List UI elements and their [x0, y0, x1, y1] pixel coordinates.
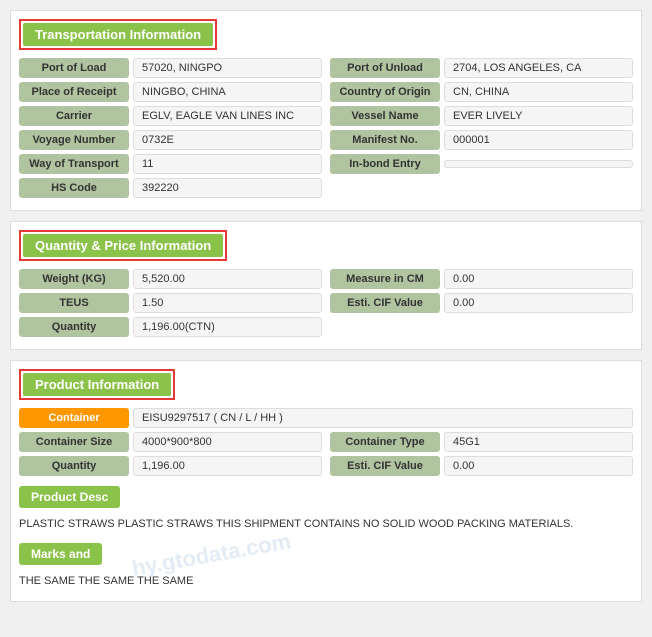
- container-type-pair: Container Type 45G1: [330, 432, 633, 452]
- measure-label: Measure in CM: [330, 269, 440, 289]
- country-of-origin-value: CN, CHINA: [444, 82, 633, 102]
- product-desc-header: Product Desc: [19, 486, 120, 508]
- marks-text: THE SAME THE SAME THE SAME: [19, 573, 633, 590]
- product-desc-text: PLASTIC STRAWS PLASTIC STRAWS THIS SHIPM…: [19, 516, 633, 533]
- teus-value: 1.50: [133, 293, 322, 313]
- marks-header-wrapper: Marks and: [11, 539, 641, 569]
- voyage-number-pair: Voyage Number 0732E: [19, 130, 322, 150]
- product-section: Product Information Container EISU929751…: [10, 360, 642, 602]
- way-of-transport-value: 11: [133, 154, 322, 174]
- measure-value: 0.00: [444, 269, 633, 289]
- product-quantity-pair: Quantity 1,196.00: [19, 456, 322, 476]
- vessel-name-label: Vessel Name: [330, 106, 440, 126]
- quantity-value: 1,196.00(CTN): [133, 317, 322, 337]
- transport-row-5: Way of Transport 11 In-bond Entry: [19, 154, 633, 174]
- way-of-transport-pair: Way of Transport 11: [19, 154, 322, 174]
- hs-code-value: 392220: [133, 178, 322, 198]
- container-label: Container: [19, 408, 129, 428]
- place-of-receipt-pair: Place of Receipt NINGBO, CHINA: [19, 82, 322, 102]
- product-row-2: Quantity 1,196.00 Esti. CIF Value 0.00: [19, 456, 633, 476]
- transport-row-4: Voyage Number 0732E Manifest No. 000001: [19, 130, 633, 150]
- port-of-load-label: Port of Load: [19, 58, 129, 78]
- esti-cif-label: Esti. CIF Value: [330, 293, 440, 313]
- country-of-origin-pair: Country of Origin CN, CHINA: [330, 82, 633, 102]
- place-of-receipt-value: NINGBO, CHINA: [133, 82, 322, 102]
- in-bond-entry-pair: In-bond Entry: [330, 154, 633, 174]
- manifest-no-value: 000001: [444, 130, 633, 150]
- product-esti-cif-pair: Esti. CIF Value 0.00: [330, 456, 633, 476]
- product-quantity-value: 1,196.00: [133, 456, 322, 476]
- marks-header: Marks and: [19, 543, 102, 565]
- voyage-number-label: Voyage Number: [19, 130, 129, 150]
- port-of-unload-value: 2704, LOS ANGELES, CA: [444, 58, 633, 78]
- product-header: Product Information: [23, 373, 171, 396]
- vessel-name-value: EVER LIVELY: [444, 106, 633, 126]
- product-esti-cif-value: 0.00: [444, 456, 633, 476]
- port-of-unload-pair: Port of Unload 2704, LOS ANGELES, CA: [330, 58, 633, 78]
- transportation-header-outline: Transportation Information: [19, 19, 217, 50]
- place-of-receipt-label: Place of Receipt: [19, 82, 129, 102]
- transport-row-1: Port of Load 57020, NINGPO Port of Unloa…: [19, 58, 633, 78]
- transport-row-3: Carrier EGLV, EAGLE VAN LINES INC Vessel…: [19, 106, 633, 126]
- port-of-unload-label: Port of Unload: [330, 58, 440, 78]
- esti-cif-value: 0.00: [444, 293, 633, 313]
- container-pair: Container EISU9297517 ( CN / L / HH ): [19, 408, 633, 428]
- container-type-label: Container Type: [330, 432, 440, 452]
- in-bond-entry-label: In-bond Entry: [330, 154, 440, 174]
- manifest-no-label: Manifest No.: [330, 130, 440, 150]
- way-of-transport-label: Way of Transport: [19, 154, 129, 174]
- product-quantity-label: Quantity: [19, 456, 129, 476]
- teus-label: TEUS: [19, 293, 129, 313]
- quantity-header-outline: Quantity & Price Information: [19, 230, 227, 261]
- weight-pair: Weight (KG) 5,520.00: [19, 269, 322, 289]
- quantity-label: Quantity: [19, 317, 129, 337]
- esti-cif-pair: Esti. CIF Value 0.00: [330, 293, 633, 313]
- quantity-row-1: Weight (KG) 5,520.00 Measure in CM 0.00: [19, 269, 633, 289]
- transport-row-6: HS Code 392220: [19, 178, 633, 198]
- transportation-header: Transportation Information: [23, 23, 213, 46]
- quantity-header: Quantity & Price Information: [23, 234, 223, 257]
- container-size-label: Container Size: [19, 432, 129, 452]
- product-desc-header-wrapper: Product Desc: [11, 482, 641, 512]
- carrier-label: Carrier: [19, 106, 129, 126]
- manifest-no-pair: Manifest No. 000001: [330, 130, 633, 150]
- port-of-load-pair: Port of Load 57020, NINGPO: [19, 58, 322, 78]
- hs-code-pair: HS Code 392220: [19, 178, 322, 198]
- container-type-value: 45G1: [444, 432, 633, 452]
- country-of-origin-label: Country of Origin: [330, 82, 440, 102]
- carrier-pair: Carrier EGLV, EAGLE VAN LINES INC: [19, 106, 322, 126]
- port-of-load-value: 57020, NINGPO: [133, 58, 322, 78]
- measure-pair: Measure in CM 0.00: [330, 269, 633, 289]
- container-row: Container EISU9297517 ( CN / L / HH ): [19, 408, 633, 428]
- product-row-1: Container Size 4000*900*800 Container Ty…: [19, 432, 633, 452]
- quantity-pair: Quantity 1,196.00(CTN): [19, 317, 322, 337]
- quantity-section: Quantity & Price Information hy.gtodata.…: [10, 221, 642, 350]
- teus-pair: TEUS 1.50: [19, 293, 322, 313]
- voyage-number-value: 0732E: [133, 130, 322, 150]
- transport-row-2: Place of Receipt NINGBO, CHINA Country o…: [19, 82, 633, 102]
- container-size-pair: Container Size 4000*900*800: [19, 432, 322, 452]
- quantity-row-3: Quantity 1,196.00(CTN): [19, 317, 633, 337]
- quantity-row-2: TEUS 1.50 Esti. CIF Value 0.00: [19, 293, 633, 313]
- weight-value: 5,520.00: [133, 269, 322, 289]
- hs-code-label: HS Code: [19, 178, 129, 198]
- weight-label: Weight (KG): [19, 269, 129, 289]
- in-bond-entry-value: [444, 160, 633, 168]
- product-header-outline: Product Information: [19, 369, 175, 400]
- container-value: EISU9297517 ( CN / L / HH ): [133, 408, 633, 428]
- product-esti-cif-label: Esti. CIF Value: [330, 456, 440, 476]
- vessel-name-pair: Vessel Name EVER LIVELY: [330, 106, 633, 126]
- carrier-value: EGLV, EAGLE VAN LINES INC: [133, 106, 322, 126]
- container-size-value: 4000*900*800: [133, 432, 322, 452]
- transportation-section: Transportation Information Port of Load …: [10, 10, 642, 211]
